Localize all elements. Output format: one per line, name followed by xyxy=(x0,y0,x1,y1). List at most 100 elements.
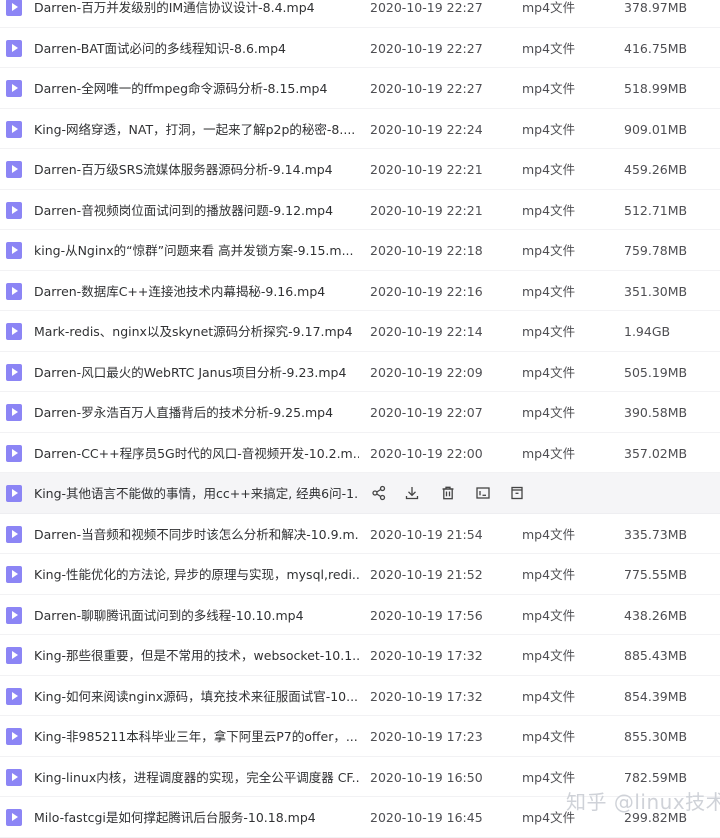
file-row[interactable]: Darren-BAT面试必问的多线程知识-8.6.mp4 2020-10-19 … xyxy=(0,28,720,68)
file-type: mp4文件 xyxy=(522,364,576,380)
file-row[interactable]: king-从Nginx的“惊群”问题来看 高并发锁方案-9.15.m... 20… xyxy=(0,230,720,271)
video-file-icon xyxy=(6,485,22,502)
file-row[interactable]: Darren-当音频和视频不同步时该怎么分析和解决-10.9.m... 2020… xyxy=(0,514,720,554)
video-file-icon xyxy=(6,809,22,826)
file-row[interactable]: King-性能优化的方法论, 异步的原理与实现，mysql,redi... 20… xyxy=(0,554,720,595)
file-date: 2020-10-19 22:27 xyxy=(370,0,483,15)
download-icon[interactable] xyxy=(403,484,421,502)
video-file-icon xyxy=(6,242,22,259)
file-name[interactable]: King-那些很重要，但是不常用的技术，websocket-10.1... xyxy=(34,647,359,664)
file-row[interactable]: Darren-全网唯一的ffmpeg命令源码分析-8.15.mp4 2020-1… xyxy=(0,68,720,109)
file-date: 2020-10-19 17:32 xyxy=(370,648,483,663)
file-date: 2020-10-19 22:09 xyxy=(370,364,483,380)
watermark: 知乎 @linux技术栈 xyxy=(566,790,720,814)
video-file-icon xyxy=(6,282,22,300)
file-name[interactable]: King-其他语言不能做的事情，用cc++来搞定, 经典6问-1... xyxy=(34,485,359,502)
file-row[interactable]: King-那些很重要，但是不常用的技术，websocket-10.1... 20… xyxy=(0,635,720,676)
file-date: 2020-10-19 22:21 xyxy=(370,202,483,218)
video-file-icon xyxy=(6,363,22,381)
file-name[interactable]: Mark-redis、nginx以及skynet源码分析探究-9.17.mp4 xyxy=(34,323,359,340)
file-name[interactable]: Darren-百万级SRS流媒体服务器源码分析-9.14.mp4 xyxy=(34,161,359,178)
file-size: 518.99MB xyxy=(624,81,688,96)
file-type: mp4文件 xyxy=(522,688,576,704)
file-name[interactable]: Darren-音视频岗位面试问到的播放器问题-9.12.mp4 xyxy=(34,202,359,219)
file-size: 416.75MB xyxy=(624,40,688,56)
file-type: mp4文件 xyxy=(522,607,576,623)
video-file-icon xyxy=(6,687,22,705)
file-name[interactable]: Darren-BAT面试必问的多线程知识-8.6.mp4 xyxy=(34,40,359,57)
file-name[interactable]: King-非985211本科毕业三年，拿下阿里云P7的offer，... xyxy=(34,728,359,745)
file-row[interactable]: Darren-音视频岗位面试问到的播放器问题-9.12.mp4 2020-10-… xyxy=(0,190,720,230)
file-name[interactable]: Milo-fastcgi是如何撑起腾讯后台服务-10.18.mp4 xyxy=(34,809,359,826)
file-size: 855.30MB xyxy=(624,729,688,744)
file-row[interactable]: Darren-聊聊腾讯面试问到的多线程-10.10.mp4 2020-10-19… xyxy=(0,595,720,635)
file-name[interactable]: Darren-数据库C++连接池技术内幕揭秘-9.16.mp4 xyxy=(34,283,359,300)
file-type: mp4文件 xyxy=(522,648,576,663)
file-row[interactable]: King-其他语言不能做的事情，用cc++来搞定, 经典6问-1... xyxy=(0,473,720,514)
file-name[interactable]: Darren-聊聊腾讯面试问到的多线程-10.10.mp4 xyxy=(34,607,359,624)
file-row[interactable]: King-非985211本科毕业三年，拿下阿里云P7的offer，... 202… xyxy=(0,716,720,757)
file-size: 335.73MB xyxy=(624,526,688,542)
video-file-icon xyxy=(6,161,22,178)
file-name[interactable]: Darren-CC++程序员5G时代的风口-音视频开发-10.2.m... xyxy=(34,445,359,462)
file-name[interactable]: Darren-当音频和视频不同步时该怎么分析和解决-10.9.m... xyxy=(34,526,359,543)
video-file-icon xyxy=(6,404,22,421)
file-row[interactable]: King-如何来阅读nginx源码，填充技术来征服面试官-10.... 2020… xyxy=(0,676,720,716)
file-size: 351.30MB xyxy=(624,283,688,299)
file-size: 512.71MB xyxy=(624,202,688,218)
file-name[interactable]: King-性能优化的方法论, 异步的原理与实现，mysql,redi... xyxy=(34,566,359,583)
file-type: mp4文件 xyxy=(522,40,576,56)
file-date: 2020-10-19 16:45 xyxy=(370,810,483,825)
video-file-icon xyxy=(6,0,22,16)
file-name[interactable]: Darren-风口最火的WebRTC Janus项目分析-9.23.mp4 xyxy=(34,364,359,381)
file-date: 2020-10-19 17:32 xyxy=(370,688,483,704)
file-type: mp4文件 xyxy=(522,324,576,339)
rename-icon[interactable] xyxy=(474,484,492,502)
file-type: mp4文件 xyxy=(522,526,576,542)
share-icon[interactable] xyxy=(370,484,388,502)
file-size: 390.58MB xyxy=(624,405,688,420)
file-row[interactable]: Darren-风口最火的WebRTC Janus项目分析-9.23.mp4 20… xyxy=(0,352,720,392)
file-name[interactable]: King-网络穿透，NAT，打洞，一起来了解p2p的秘密-8.... xyxy=(34,121,359,138)
delete-icon[interactable] xyxy=(439,484,457,502)
file-size: 909.01MB xyxy=(624,121,688,137)
file-type: mp4文件 xyxy=(522,243,576,258)
file-name[interactable]: King-linux内核，进程调度器的实现，完全公平调度器 CF... xyxy=(34,769,359,786)
file-size: 885.43MB xyxy=(624,648,688,663)
file-type: mp4文件 xyxy=(522,121,576,137)
file-date: 2020-10-19 21:54 xyxy=(370,526,483,542)
video-file-icon xyxy=(6,606,22,624)
file-size: 459.26MB xyxy=(624,162,688,177)
file-name[interactable]: Darren-罗永浩百万人直播背后的技术分析-9.25.mp4 xyxy=(34,404,359,421)
file-name[interactable]: king-从Nginx的“惊群”问题来看 高并发锁方案-9.15.m... xyxy=(34,242,359,259)
video-file-icon xyxy=(6,39,22,57)
file-row[interactable]: Darren-罗永浩百万人直播背后的技术分析-9.25.mp4 2020-10-… xyxy=(0,392,720,433)
video-file-icon xyxy=(6,120,22,138)
file-date: 2020-10-19 22:27 xyxy=(370,81,483,96)
file-name[interactable]: Darren-百万并发级别的IM通信协议设计-8.4.mp4 xyxy=(34,0,359,16)
file-type: mp4文件 xyxy=(522,405,576,420)
file-type: mp4文件 xyxy=(522,0,576,15)
video-file-icon xyxy=(6,80,22,97)
file-name[interactable]: King-如何来阅读nginx源码，填充技术来征服面试官-10.... xyxy=(34,688,359,705)
file-date: 2020-10-19 22:18 xyxy=(370,243,483,258)
file-row[interactable]: Darren-数据库C++连接池技术内幕揭秘-9.16.mp4 2020-10-… xyxy=(0,271,720,311)
file-row[interactable]: Darren-百万级SRS流媒体服务器源码分析-9.14.mp4 2020-10… xyxy=(0,149,720,190)
file-row[interactable]: King-网络穿透，NAT，打洞，一起来了解p2p的秘密-8.... 2020-… xyxy=(0,109,720,149)
file-type: mp4文件 xyxy=(522,283,576,299)
file-date: 2020-10-19 22:14 xyxy=(370,324,483,339)
file-name[interactable]: Darren-全网唯一的ffmpeg命令源码分析-8.15.mp4 xyxy=(34,80,359,97)
more-icon[interactable] xyxy=(508,484,526,502)
file-date: 2020-10-19 16:50 xyxy=(370,769,483,785)
file-row[interactable]: Darren-CC++程序员5G时代的风口-音视频开发-10.2.m... 20… xyxy=(0,433,720,473)
file-size: 438.26MB xyxy=(624,607,688,623)
file-list: Darren-百万并发级别的IM通信协议设计-8.4.mp4 2020-10-1… xyxy=(0,0,720,838)
file-row[interactable]: Mark-redis、nginx以及skynet源码分析探究-9.17.mp4 … xyxy=(0,311,720,352)
file-size: 505.19MB xyxy=(624,364,688,380)
file-type: mp4文件 xyxy=(522,769,576,785)
file-size: 782.59MB xyxy=(624,769,688,785)
file-type: mp4文件 xyxy=(522,445,576,461)
video-file-icon xyxy=(6,647,22,664)
video-file-icon xyxy=(6,525,22,543)
file-row[interactable]: Darren-百万并发级别的IM通信协议设计-8.4.mp4 2020-10-1… xyxy=(0,0,720,28)
